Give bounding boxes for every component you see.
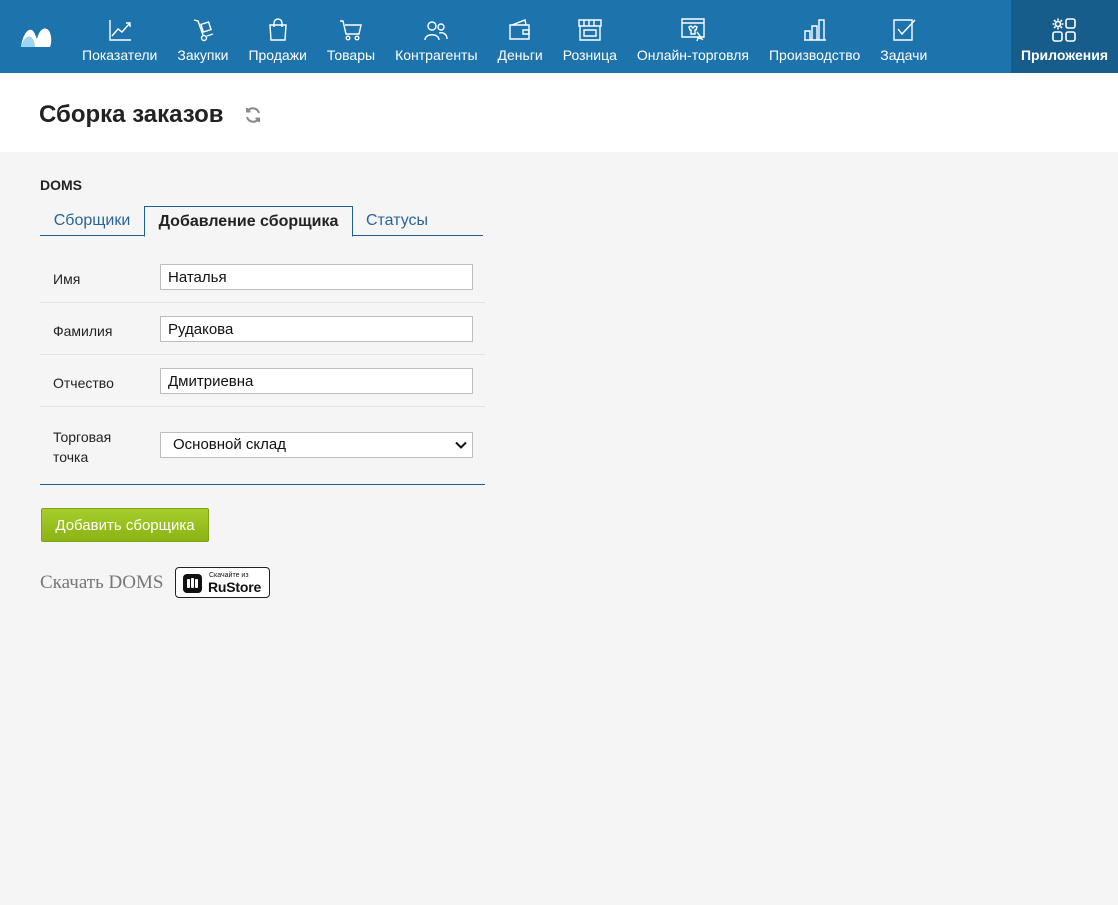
shopping-bag-icon bbox=[268, 18, 287, 41]
form-row-last-name: Фамилия bbox=[40, 303, 485, 355]
form-row-store: Торговая точка Основной склад bbox=[40, 407, 485, 483]
rustore-badge-text: RuStore bbox=[208, 579, 262, 595]
nav-label: Приложения bbox=[1020, 47, 1108, 63]
nav-label: Показатели bbox=[82, 47, 158, 63]
top-navigation: Показатели Закупки Продажи Товары Контра… bbox=[0, 0, 1118, 73]
form-row-first-name: Имя bbox=[40, 251, 485, 303]
chevron-down-icon bbox=[455, 441, 467, 449]
nav-label: Производство bbox=[768, 47, 861, 63]
patronymic-input[interactable] bbox=[160, 368, 473, 394]
tab-bar: Сборщики Добавление сборщика Статусы bbox=[40, 206, 483, 237]
nav-item-counterparties[interactable]: Контрагенты bbox=[385, 0, 487, 73]
nav-label: Розница bbox=[562, 47, 617, 63]
nav-item-retail[interactable]: Розница bbox=[553, 0, 627, 73]
section-label: DOMS bbox=[40, 177, 82, 193]
nav-item-products[interactable]: Товары bbox=[317, 0, 385, 73]
checkbox-icon bbox=[893, 19, 916, 41]
nav-item-online-trade[interactable]: Онлайн-торговля bbox=[627, 0, 759, 73]
nav-item-purchases[interactable]: Закупки bbox=[167, 0, 238, 73]
people-icon bbox=[424, 21, 448, 41]
refresh-icon[interactable] bbox=[244, 106, 262, 124]
form-divider bbox=[40, 484, 485, 485]
first-name-label: Имя bbox=[53, 271, 81, 287]
tab-assemblers[interactable]: Сборщики bbox=[40, 206, 144, 236]
nav-item-money[interactable]: Деньги bbox=[488, 0, 553, 73]
nav-label: Товары bbox=[326, 47, 376, 63]
rustore-badge[interactable]: Скачайте из RuStore bbox=[175, 567, 270, 598]
nav-label: Онлайн-торговля bbox=[636, 47, 749, 63]
chart-line-icon bbox=[108, 20, 131, 41]
nav-item-indicators[interactable]: Показатели bbox=[72, 0, 167, 73]
tab-add-assembler[interactable]: Добавление сборщика bbox=[144, 206, 353, 237]
logo-icon bbox=[21, 27, 52, 47]
app-logo[interactable] bbox=[0, 0, 72, 73]
add-assembler-form: Имя Фамилия Отчество Торговая точка Осно… bbox=[40, 251, 485, 483]
apps-gear-icon bbox=[1052, 18, 1077, 42]
rustore-logo-icon bbox=[183, 574, 202, 593]
nav-label: Деньги bbox=[497, 47, 543, 63]
patronymic-label: Отчество bbox=[53, 375, 114, 391]
nav-item-production[interactable]: Производство bbox=[759, 0, 870, 73]
last-name-input[interactable] bbox=[160, 316, 473, 342]
last-name-label: Фамилия bbox=[53, 323, 113, 339]
rustore-badge-small-text: Скачайте из bbox=[209, 572, 249, 579]
page-title: Сборка заказов bbox=[39, 101, 224, 128]
factory-icon bbox=[803, 19, 826, 41]
nav-label: Контрагенты bbox=[395, 47, 478, 63]
cart-icon bbox=[339, 20, 362, 41]
page-header: Сборка заказов bbox=[0, 73, 1118, 152]
store-select-value: Основной склад bbox=[173, 436, 287, 453]
nav-item-apps[interactable]: Приложения bbox=[1010, 0, 1118, 73]
add-assembler-button[interactable]: Добавить сборщика bbox=[41, 508, 209, 542]
storefront-icon bbox=[578, 19, 602, 41]
tab-statuses[interactable]: Статусы bbox=[353, 206, 441, 236]
store-label: Торговая точка bbox=[53, 429, 112, 465]
first-name-input[interactable] bbox=[160, 264, 473, 290]
form-row-patronymic: Отчество bbox=[40, 355, 485, 407]
nav-label: Задачи bbox=[880, 47, 928, 63]
hand-truck-icon bbox=[193, 19, 214, 42]
nav-item-tasks[interactable]: Задачи bbox=[870, 0, 937, 73]
nav-label: Закупки bbox=[177, 47, 229, 63]
download-label: Скачать DOMS bbox=[40, 572, 164, 593]
nav-label: Продажи bbox=[248, 47, 307, 63]
store-select[interactable]: Основной склад bbox=[160, 432, 473, 458]
online-store-icon bbox=[681, 18, 705, 42]
wallet-icon bbox=[509, 19, 530, 40]
nav-item-sales[interactable]: Продажи bbox=[238, 0, 316, 73]
